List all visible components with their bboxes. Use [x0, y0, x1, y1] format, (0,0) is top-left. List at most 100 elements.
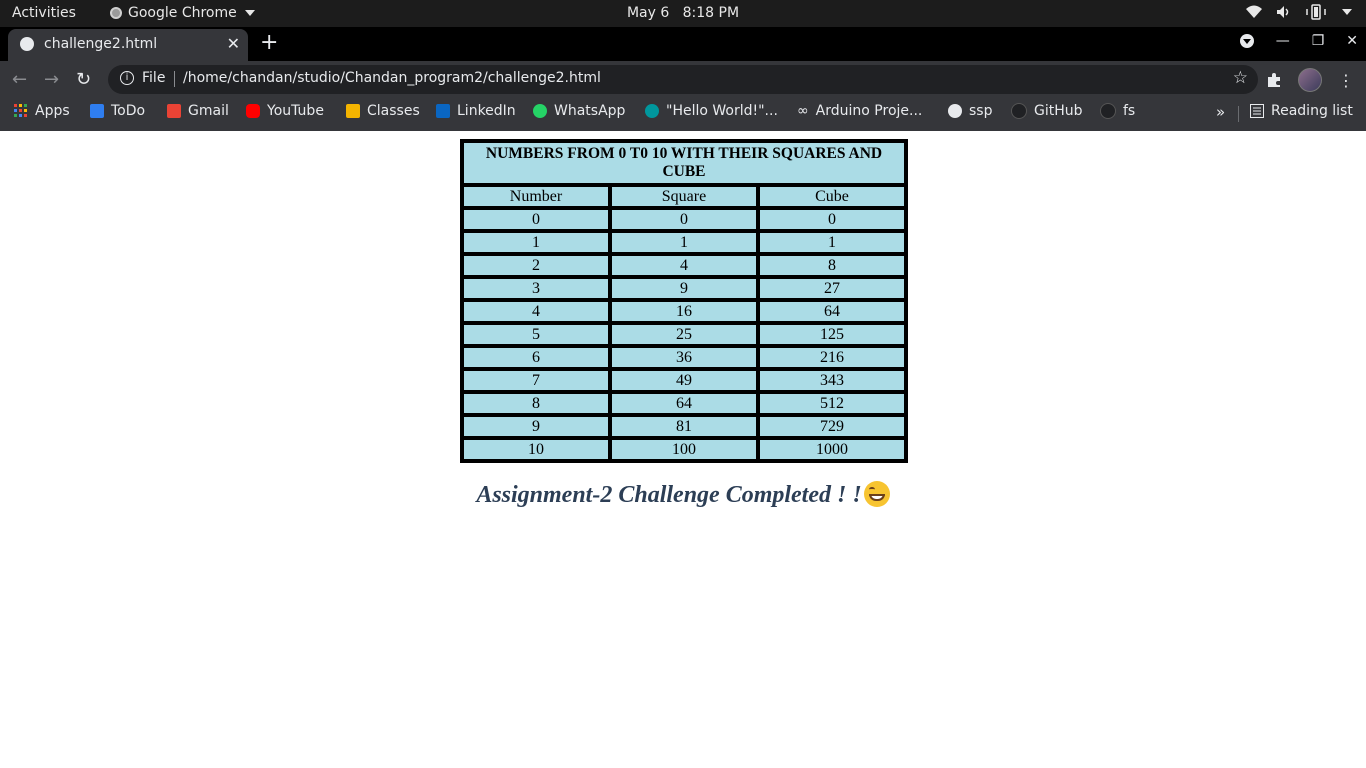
bookmark-label: Arduino Proje... [815, 103, 923, 119]
bookmark-whatsapp[interactable]: WhatsApp [533, 103, 625, 119]
table-row: 8 64 512 [462, 392, 906, 415]
url-text[interactable]: /home/chandan/studio/Chandan_program2/ch… [183, 70, 601, 86]
bookmark-todo[interactable]: ToDo [90, 103, 145, 119]
table-row: 111 [462, 231, 906, 254]
back-arrow-icon[interactable]: ← [12, 69, 27, 90]
table-caption: NUMBERS FROM 0 T0 10 WITH THEIR SQUARES … [462, 141, 906, 185]
cell-number: 7 [462, 369, 610, 392]
page-content: NUMBERS FROM 0 T0 10 WITH THEIR SQUARES … [0, 131, 1366, 768]
bookmark-ssp[interactable]: ssp [948, 103, 992, 119]
battery-icon [1306, 4, 1326, 20]
arduino-icon [645, 104, 659, 118]
system-top-bar: Activities Google Chrome May 6 8:18 PM [0, 0, 1366, 27]
bookmark-label: ssp [969, 103, 993, 119]
minimize-icon[interactable]: — [1276, 33, 1290, 49]
cell-square: 16 [610, 300, 758, 323]
bookmark-star-icon[interactable]: ☆ [1233, 68, 1248, 88]
table-row: 6 36 216 [462, 346, 906, 369]
system-tray[interactable] [1246, 4, 1352, 20]
chevron-down-icon [244, 10, 255, 16]
completion-message: Assignment-2 Challenge Completed ! ! [0, 481, 1366, 509]
cell-square: 0 [610, 208, 758, 231]
bookmark-youtube[interactable]: YouTube [246, 103, 324, 119]
app-menu[interactable]: Google Chrome [110, 5, 255, 21]
tab-search-icon[interactable] [1239, 34, 1254, 48]
cell-number: 8 [462, 392, 610, 415]
table-row: 5 25 125 [462, 323, 906, 346]
header-cube: Cube [758, 185, 906, 208]
grinning-face-icon [863, 481, 890, 507]
reading-list-button[interactable]: Reading list [1250, 103, 1353, 119]
youtube-icon [246, 104, 260, 118]
cell-square: 25 [610, 323, 758, 346]
classroom-icon [346, 104, 360, 118]
cell-cube: 512 [758, 392, 906, 415]
cell-cube: 125 [758, 323, 906, 346]
cell-square: 100 [610, 438, 758, 461]
reload-icon[interactable]: ↻ [76, 69, 91, 90]
scheme-label: File [142, 70, 166, 86]
bookmark-label: Gmail [188, 103, 229, 119]
bookmark-github[interactable]: GitHub [1011, 103, 1083, 119]
clock-time: 8:18 PM [682, 5, 740, 21]
extensions-puzzle-icon[interactable] [1266, 72, 1282, 88]
restore-icon[interactable]: ❐ [1312, 33, 1325, 49]
table-row: 9 81 729 [462, 415, 906, 438]
cell-square: 81 [610, 415, 758, 438]
tab-strip: challenge2.html ✕ + — ❐ ✕ [0, 27, 1366, 61]
bookmarks-bar: Apps ToDo Gmail YouTube Classes LinkedIn… [0, 97, 1366, 131]
window-controls: — ❐ ✕ [1239, 33, 1358, 49]
bookmark-label: ToDo [111, 103, 146, 119]
activities-button[interactable]: Activities [12, 5, 76, 21]
table-row: 7 49 343 [462, 369, 906, 392]
toolbar-right: ⋮ [1266, 68, 1354, 92]
bookmark-gmail[interactable]: Gmail [167, 103, 229, 119]
bookmark-linkedin[interactable]: LinkedIn [436, 103, 516, 119]
bookmark-label: Classes [367, 103, 420, 119]
linkedin-icon [436, 104, 450, 118]
github-icon [1011, 103, 1027, 119]
bookmark-label: fs [1123, 103, 1136, 119]
bookmark-hello-world[interactable]: "Hello World!"... [645, 103, 778, 119]
table-row: 3 9 27 [462, 277, 906, 300]
close-tab-icon[interactable]: ✕ [227, 34, 240, 53]
forward-arrow-icon[interactable]: → [44, 69, 59, 90]
profile-avatar[interactable] [1298, 68, 1322, 92]
table-header-row: Number Square Cube [462, 185, 906, 208]
page-globe-icon [20, 37, 34, 51]
bookmark-label: GitHub [1034, 103, 1083, 119]
system-menu-chevron-icon [1342, 9, 1352, 15]
table-row: 000 [462, 208, 906, 231]
bookmarks-overflow-button[interactable]: » [1216, 103, 1225, 121]
cell-square: 49 [610, 369, 758, 392]
bookmark-label: LinkedIn [457, 103, 516, 119]
info-icon[interactable]: i [120, 71, 134, 85]
kebab-menu-icon[interactable]: ⋮ [1338, 71, 1354, 90]
close-window-icon[interactable]: ✕ [1346, 33, 1358, 49]
omnibox-separator [174, 71, 175, 87]
header-number: Number [462, 185, 610, 208]
bookmark-label: YouTube [267, 103, 324, 119]
bookmarks-divider [1238, 106, 1239, 122]
apps-grid-icon [14, 104, 27, 117]
wifi-icon [1246, 5, 1262, 18]
volume-icon [1277, 6, 1289, 18]
bookmark-fs[interactable]: fs [1100, 103, 1135, 119]
clock-date: May 6 [626, 5, 670, 21]
cell-cube: 8 [758, 254, 906, 277]
bookmark-arduino-projects[interactable]: ∞ Arduino Proje... [797, 103, 922, 119]
chrome-icon [110, 7, 122, 19]
cell-number: 4 [462, 300, 610, 323]
tab-challenge2[interactable]: challenge2.html ✕ [8, 29, 248, 61]
gmail-icon [167, 104, 181, 118]
cell-cube: 216 [758, 346, 906, 369]
cell-cube: 0 [758, 208, 906, 231]
reading-list-icon [1250, 104, 1264, 118]
address-bar[interactable]: i File /home/chandan/studio/Chandan_prog… [108, 65, 1258, 94]
cell-number: 3 [462, 277, 610, 300]
bookmark-apps[interactable]: Apps [14, 103, 70, 119]
bookmark-label: Apps [35, 103, 70, 119]
new-tab-button[interactable]: + [260, 30, 278, 55]
cell-square: 4 [610, 254, 758, 277]
bookmark-classes[interactable]: Classes [346, 103, 420, 119]
